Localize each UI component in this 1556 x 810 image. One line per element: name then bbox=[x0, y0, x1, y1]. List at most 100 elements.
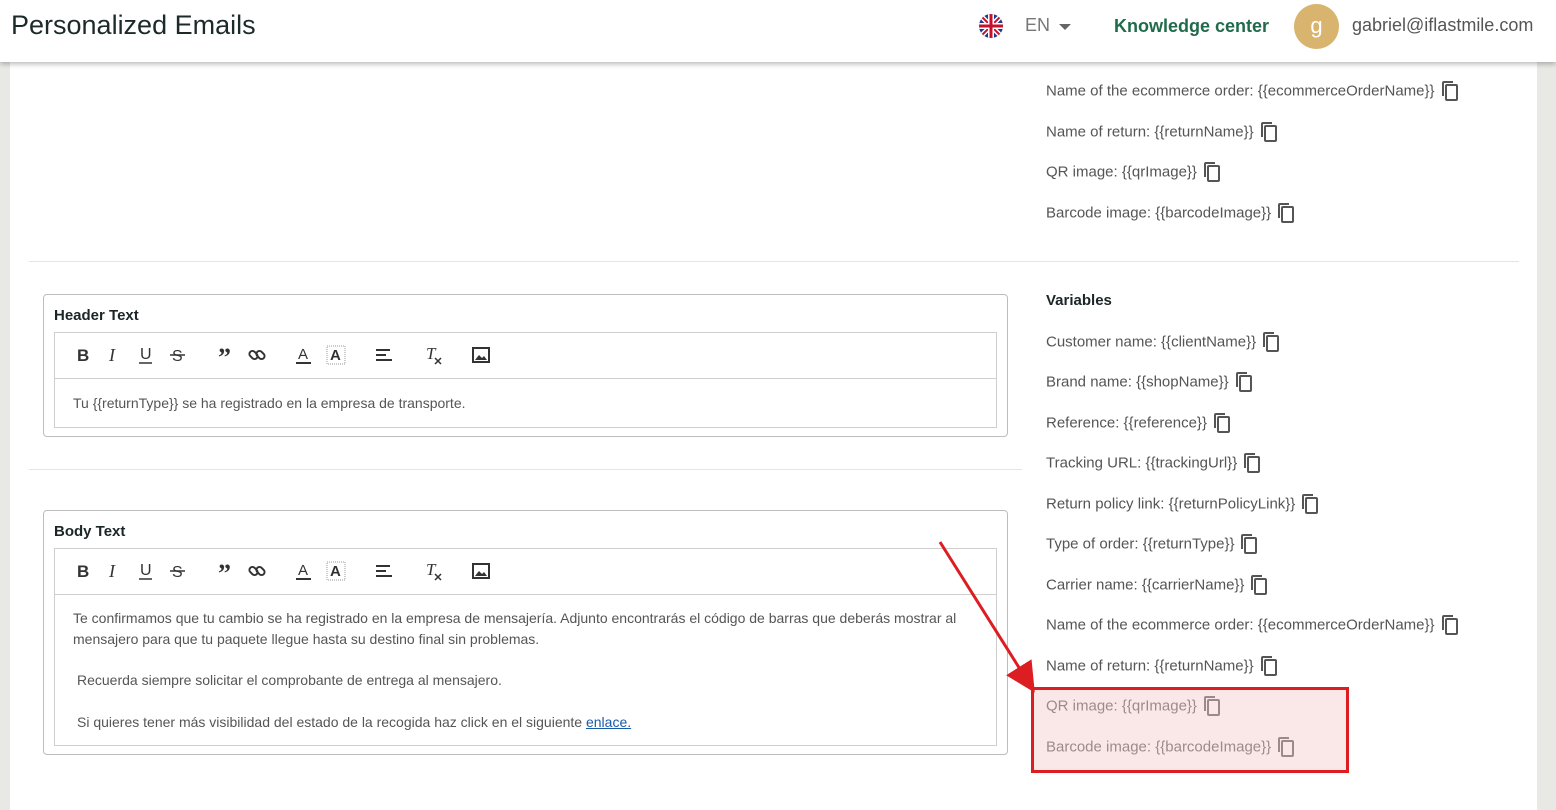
image-icon[interactable] bbox=[470, 560, 492, 582]
background-color-icon[interactable]: A bbox=[325, 560, 347, 582]
variable-label: Customer name: bbox=[1046, 333, 1157, 351]
body-paragraph: Te confirmamos que tu cambio se ha regis… bbox=[73, 610, 957, 647]
top-bar: Personalized Emails EN Knowledge center … bbox=[0, 0, 1556, 62]
underline-icon[interactable]: U bbox=[135, 344, 157, 366]
strikethrough-icon[interactable]: S bbox=[167, 560, 189, 582]
copy-icon[interactable] bbox=[1440, 80, 1460, 102]
svg-text:”: ” bbox=[218, 344, 231, 366]
copy-icon[interactable] bbox=[1259, 655, 1279, 677]
variable-label: Tracking URL: bbox=[1046, 454, 1142, 472]
svg-text:A: A bbox=[298, 562, 308, 579]
copy-icon[interactable] bbox=[1440, 614, 1460, 636]
svg-text:T: T bbox=[426, 344, 437, 363]
underline-icon[interactable]: U bbox=[135, 560, 157, 582]
variable-row: Name of the ecommerce order: {{ecommerce… bbox=[1046, 80, 1460, 102]
body-text-editor: Body Text B I U S ” A A T Te confirmamos que tu… bbox=[43, 510, 1008, 755]
copy-icon[interactable] bbox=[1212, 412, 1232, 434]
copy-icon[interactable] bbox=[1239, 533, 1259, 555]
variable-label: Brand name: bbox=[1046, 373, 1132, 391]
highlight-box bbox=[1031, 687, 1349, 773]
copy-icon[interactable] bbox=[1276, 202, 1296, 224]
svg-text:I: I bbox=[108, 345, 116, 365]
variable-token: {{clientName}} bbox=[1161, 333, 1257, 351]
variable-row: Brand name: {{shopName}} bbox=[1046, 371, 1254, 393]
uk-flag-icon[interactable] bbox=[979, 14, 1003, 38]
variable-label: Return policy link: bbox=[1046, 495, 1165, 513]
variable-row: Barcode image: {{barcodeImage}} bbox=[1046, 202, 1296, 224]
variable-label: Barcode image: bbox=[1046, 204, 1152, 222]
editor-content[interactable]: Tu {{returnType}} se ha registrado en la… bbox=[55, 379, 996, 414]
blockquote-icon[interactable]: ” bbox=[215, 559, 237, 588]
clear-format-icon[interactable]: T bbox=[423, 560, 445, 582]
variable-token: {{returnName}} bbox=[1154, 657, 1254, 675]
editor-toolbar: B I U S ” A A T bbox=[55, 333, 996, 379]
copy-icon[interactable] bbox=[1202, 161, 1222, 183]
body-paragraph: Si quieres tener más visibilidad del est… bbox=[73, 712, 978, 733]
variable-row: Name of the ecommerce order: {{ecommerce… bbox=[1046, 614, 1460, 636]
link-icon[interactable] bbox=[246, 560, 268, 582]
page-title: Personalized Emails bbox=[11, 10, 256, 40]
variable-row: Carrier name: {{carrierName}} bbox=[1046, 574, 1269, 596]
variable-token: {{qrImage}} bbox=[1121, 163, 1197, 181]
variable-token: {{trackingUrl}} bbox=[1145, 454, 1238, 472]
variable-token: {{ecommerceOrderName}} bbox=[1257, 616, 1435, 634]
align-icon[interactable] bbox=[373, 344, 395, 366]
copy-icon[interactable] bbox=[1300, 493, 1320, 515]
variable-token: {{ecommerceOrderName}} bbox=[1257, 82, 1435, 100]
section-divider bbox=[29, 261, 1519, 262]
copy-icon[interactable] bbox=[1249, 574, 1269, 596]
variables-title: Variables bbox=[1046, 292, 1112, 309]
text-color-icon[interactable]: A bbox=[293, 344, 315, 366]
variable-row: Reference: {{reference}} bbox=[1046, 412, 1232, 434]
variable-row: Type of order: {{returnType}} bbox=[1046, 533, 1259, 555]
svg-text:U: U bbox=[140, 562, 152, 579]
avatar[interactable]: g bbox=[1294, 4, 1339, 49]
strikethrough-icon[interactable]: S bbox=[167, 344, 189, 366]
language-selector[interactable]: EN bbox=[1025, 15, 1050, 36]
editor-toolbar: B I U S ” A A T bbox=[55, 549, 996, 595]
italic-icon[interactable]: I bbox=[103, 344, 125, 366]
bold-icon[interactable]: B bbox=[72, 560, 94, 582]
svg-text:U: U bbox=[140, 346, 152, 363]
chevron-down-icon[interactable] bbox=[1059, 24, 1071, 30]
variable-token: {{returnType}} bbox=[1142, 535, 1235, 553]
editor-area: B I U S ” A A T Tu {{returnType}} se ha registr… bbox=[54, 332, 997, 428]
knowledge-center-link[interactable]: Knowledge center bbox=[1114, 16, 1269, 37]
variable-row: Name of return: {{returnName}} bbox=[1046, 655, 1279, 677]
bold-icon[interactable]: B bbox=[72, 344, 94, 366]
italic-icon[interactable]: I bbox=[103, 560, 125, 582]
copy-icon[interactable] bbox=[1242, 452, 1262, 474]
copy-icon[interactable] bbox=[1261, 331, 1281, 353]
body-link[interactable]: enlace. bbox=[586, 714, 631, 730]
editor-title: Body Text bbox=[54, 523, 126, 540]
svg-text:A: A bbox=[298, 346, 308, 363]
svg-text:S: S bbox=[172, 564, 183, 581]
background-color-icon[interactable]: A bbox=[325, 344, 347, 366]
copy-icon[interactable] bbox=[1234, 371, 1254, 393]
svg-text:B: B bbox=[77, 346, 89, 365]
variable-row: Tracking URL: {{trackingUrl}} bbox=[1046, 452, 1262, 474]
user-email[interactable]: gabriel@iflastmile.com bbox=[1352, 15, 1533, 36]
svg-text:”: ” bbox=[218, 560, 231, 582]
blockquote-icon[interactable]: ” bbox=[215, 343, 237, 372]
svg-text:T: T bbox=[426, 560, 437, 579]
text-color-icon[interactable]: A bbox=[293, 560, 315, 582]
image-icon[interactable] bbox=[470, 344, 492, 366]
variable-label: Name of the ecommerce order: bbox=[1046, 616, 1254, 634]
variable-label: Name of return: bbox=[1046, 657, 1151, 675]
variable-row: Name of return: {{returnName}} bbox=[1046, 121, 1279, 143]
header-text-content: Tu {{returnType}} se ha registrado en la… bbox=[73, 395, 466, 411]
variable-row: QR image: {{qrImage}} bbox=[1046, 161, 1222, 183]
svg-text:B: B bbox=[77, 562, 89, 581]
svg-text:S: S bbox=[172, 348, 183, 365]
variable-token: {{returnPolicyLink}} bbox=[1168, 495, 1296, 513]
link-icon[interactable] bbox=[246, 344, 268, 366]
editor-content[interactable]: Te confirmamos que tu cambio se ha regis… bbox=[55, 595, 996, 733]
copy-icon[interactable] bbox=[1259, 121, 1279, 143]
editor-area: B I U S ” A A T Te confirmamos que tu cambio se… bbox=[54, 548, 997, 746]
align-icon[interactable] bbox=[373, 560, 395, 582]
svg-text:A: A bbox=[330, 347, 341, 364]
clear-format-icon[interactable]: T bbox=[423, 344, 445, 366]
variable-token: {{reference}} bbox=[1123, 414, 1207, 432]
svg-text:I: I bbox=[108, 561, 116, 581]
